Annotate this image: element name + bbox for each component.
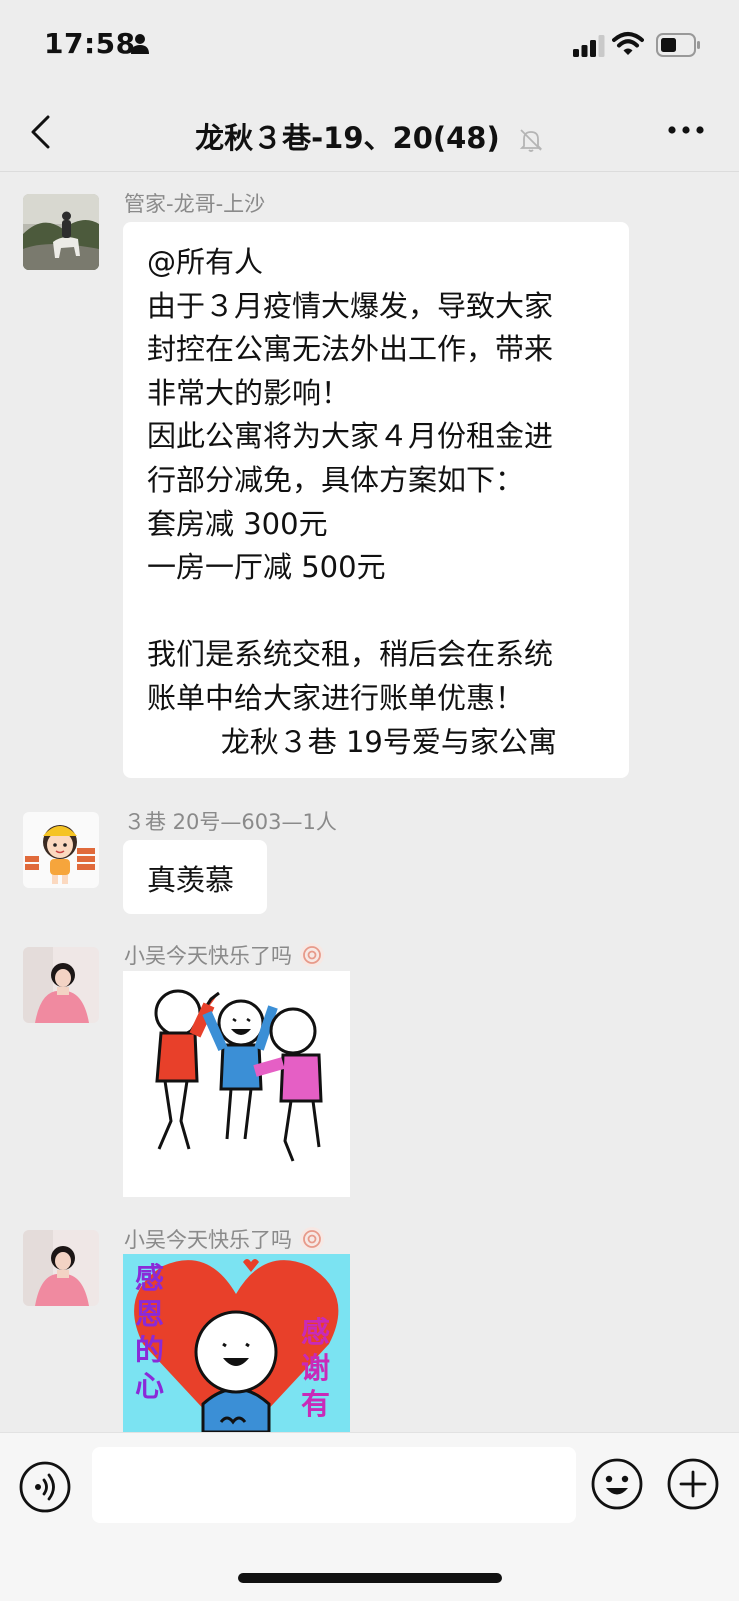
voice-input-icon[interactable] (19, 1461, 71, 1513)
sender-name: 小吴今天快乐了吗 (124, 940, 325, 970)
sticker-dancing-stickmen-image (123, 971, 350, 1197)
avatar[interactable] (23, 194, 99, 270)
chat-title-wrap: 龙秋３巷-19、20(48) (0, 115, 739, 157)
sender-name: 管家-龙哥-上沙 (124, 192, 266, 216)
person-icon (131, 34, 149, 54)
wifi-icon (612, 32, 644, 55)
message-bubble[interactable]: @所有人 由于３月疫情大爆发，导致大家 封控在公寓无法外出工作，带来 非常大的影… (123, 222, 629, 778)
battery-icon (656, 33, 700, 57)
avatar[interactable] (23, 947, 99, 1023)
signal-icon (573, 35, 605, 57)
chat-header: 龙秋３巷-19、20(48) (0, 95, 739, 172)
spiral-emoji-icon (299, 1227, 324, 1251)
home-indicator[interactable] (238, 1573, 502, 1583)
avatar-girl-photo-image (23, 1230, 99, 1306)
message-bubble[interactable]: 真羡慕 (123, 840, 267, 914)
chat-title: 龙秋３巷-19、20(48) (195, 121, 500, 155)
sticker-right-caption: 感谢有 (301, 1315, 331, 1421)
avatar-cartoon-girl-image (23, 812, 99, 888)
sender-name: ３巷 20号—603—1人 (124, 810, 337, 834)
message-input[interactable] (92, 1447, 576, 1523)
sticker-image[interactable]: 感恩的心 感谢有 (123, 1254, 350, 1432)
sender-name-text: 小吴今天快乐了吗 (124, 944, 292, 968)
mute-bell-icon (519, 129, 543, 152)
sticker-image[interactable] (123, 971, 350, 1197)
more-options-icon[interactable] (668, 125, 704, 135)
avatar-girl-photo-image (23, 947, 99, 1023)
sender-name-text: 小吴今天快乐了吗 (124, 1228, 292, 1252)
avatar[interactable] (23, 812, 99, 888)
avatar-horse-rider-image (23, 194, 99, 270)
avatar[interactable] (23, 1230, 99, 1306)
plus-more-icon[interactable] (667, 1458, 719, 1510)
status-time: 17:58 (44, 27, 136, 60)
spiral-emoji-icon (299, 943, 324, 967)
status-bar: 17:58 (0, 0, 739, 95)
sender-name: 小吴今天快乐了吗 (124, 1224, 325, 1254)
sticker-left-caption: 感恩的心 (135, 1261, 165, 1403)
emoji-icon[interactable] (591, 1458, 643, 1510)
